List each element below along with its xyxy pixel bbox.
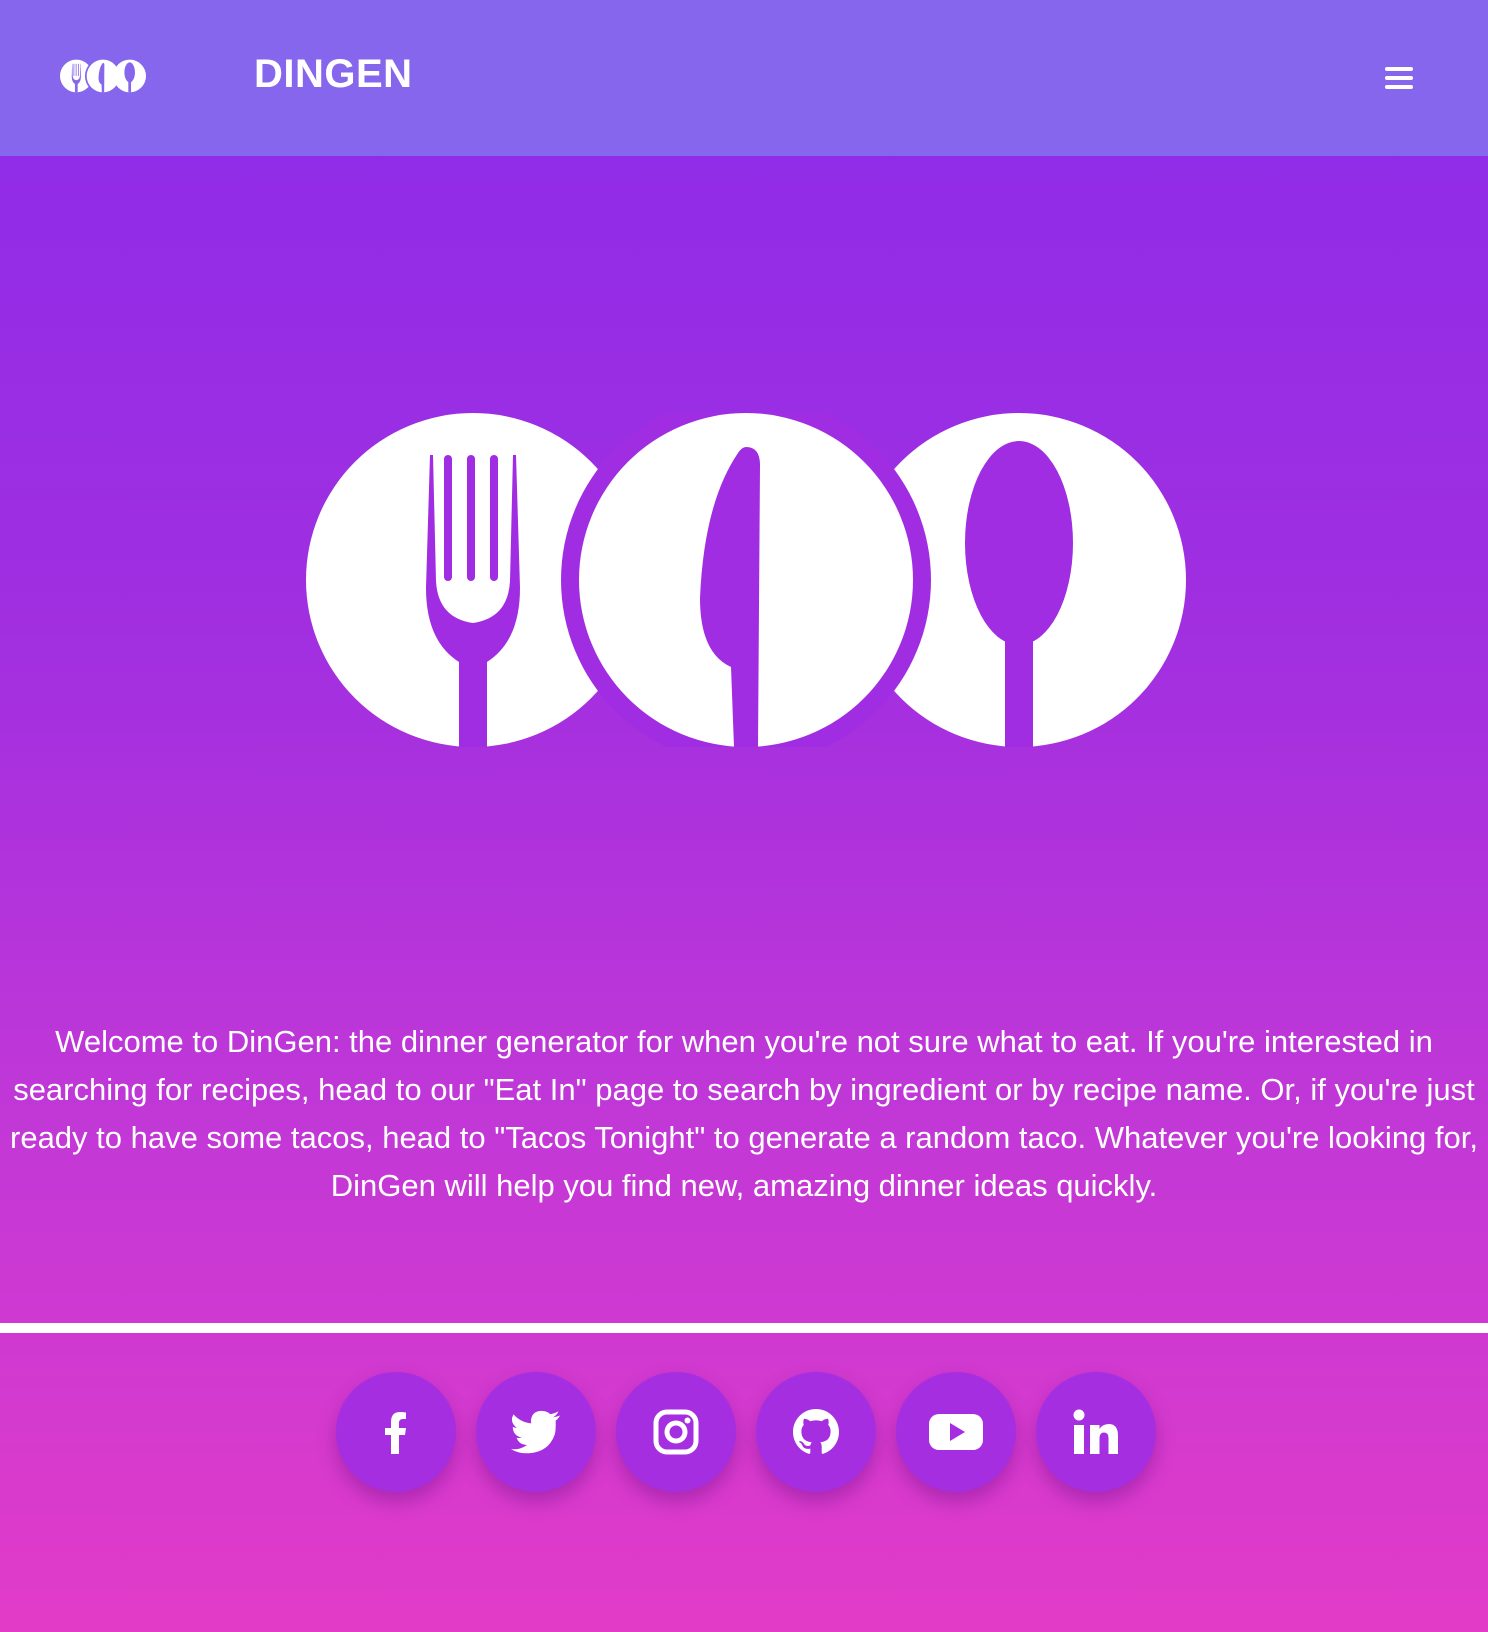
twitter-icon: [511, 1410, 560, 1454]
instagram-icon: [653, 1409, 699, 1455]
github-icon: [793, 1409, 839, 1454]
youtube-button[interactable]: [896, 1372, 1016, 1492]
linkedin-icon: [1073, 1409, 1118, 1454]
welcome-text: Welcome to DinGen: the dinner generator …: [10, 1024, 1478, 1203]
github-button[interactable]: [756, 1372, 876, 1492]
social-links: [0, 1372, 1488, 1494]
footer-divider: [0, 1323, 1488, 1333]
facebook-button[interactable]: [336, 1372, 456, 1492]
navbar: DINGEN: [0, 0, 1488, 156]
hamburger-menu-icon[interactable]: [1376, 60, 1422, 96]
linkedin-button[interactable]: [1036, 1372, 1156, 1492]
facebook-icon: [385, 1412, 406, 1454]
fork-knife-spoon-logo-icon[interactable]: [60, 57, 146, 95]
fork-knife-spoon-logo-icon: [306, 395, 1186, 765]
brand-title[interactable]: DINGEN: [254, 50, 413, 98]
twitter-button[interactable]: [476, 1372, 596, 1492]
instagram-button[interactable]: [616, 1372, 736, 1492]
youtube-icon: [929, 1414, 983, 1450]
